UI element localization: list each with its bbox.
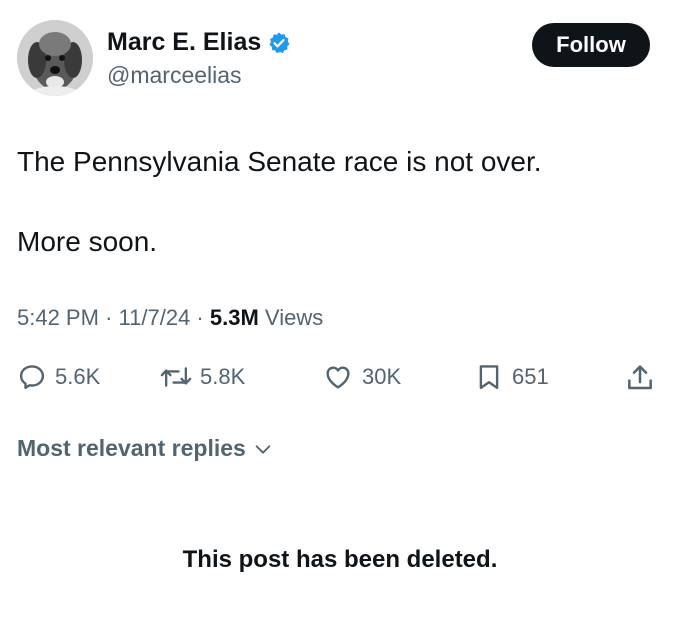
tweet-meta: 5:42 PM · 11/7/24 · 5.3M Views (17, 307, 323, 329)
heart-icon (326, 366, 350, 389)
views-label[interactable]: Views (265, 305, 323, 330)
bookmark-count: 651 (512, 364, 549, 389)
action-bar: 5.6K 5.8K 30K 651 (0, 362, 680, 398)
bookmark-icon (479, 365, 499, 390)
replies-sort-dropdown[interactable]: Most relevant replies (17, 437, 274, 460)
avatar[interactable] (17, 20, 93, 96)
reply-count: 5.6K (55, 364, 101, 389)
chevron-down-icon (255, 444, 271, 454)
share-button[interactable] (624, 362, 656, 394)
replies-sort-label: Most relevant replies (17, 435, 246, 461)
meta-separator: · (105, 305, 113, 330)
like-button[interactable]: 30K (322, 362, 401, 392)
share-icon (628, 365, 652, 390)
tweet-time[interactable]: 5:42 PM (17, 305, 99, 330)
follow-button[interactable]: Follow (532, 23, 650, 67)
tweet-text-line: More soon. (17, 226, 158, 257)
repost-icon (160, 367, 192, 387)
verified-badge-icon[interactable] (267, 31, 291, 55)
tweet-date[interactable]: 11/7/24 (119, 305, 191, 330)
like-count: 30K (362, 364, 402, 389)
reply-icon (19, 365, 45, 390)
repost-button[interactable]: 5.8K (160, 362, 245, 392)
author-handle[interactable]: @marceelias (107, 64, 242, 87)
tweet-text-line: The Pennsylvania Senate race is not over… (17, 146, 542, 177)
author-display-name[interactable]: Marc E. Elias (107, 30, 261, 55)
meta-separator: · (196, 305, 204, 330)
dog-photo-avatar-icon (17, 20, 93, 96)
views-count[interactable]: 5.3M (210, 305, 259, 330)
bookmark-button[interactable]: 651 (474, 362, 549, 392)
deleted-post-notice: This post has been deleted. (182, 546, 498, 573)
reply-button[interactable]: 5.6K (17, 362, 100, 392)
repost-count: 5.8K (200, 364, 246, 389)
author-name-row: Marc E. Elias (107, 30, 291, 55)
